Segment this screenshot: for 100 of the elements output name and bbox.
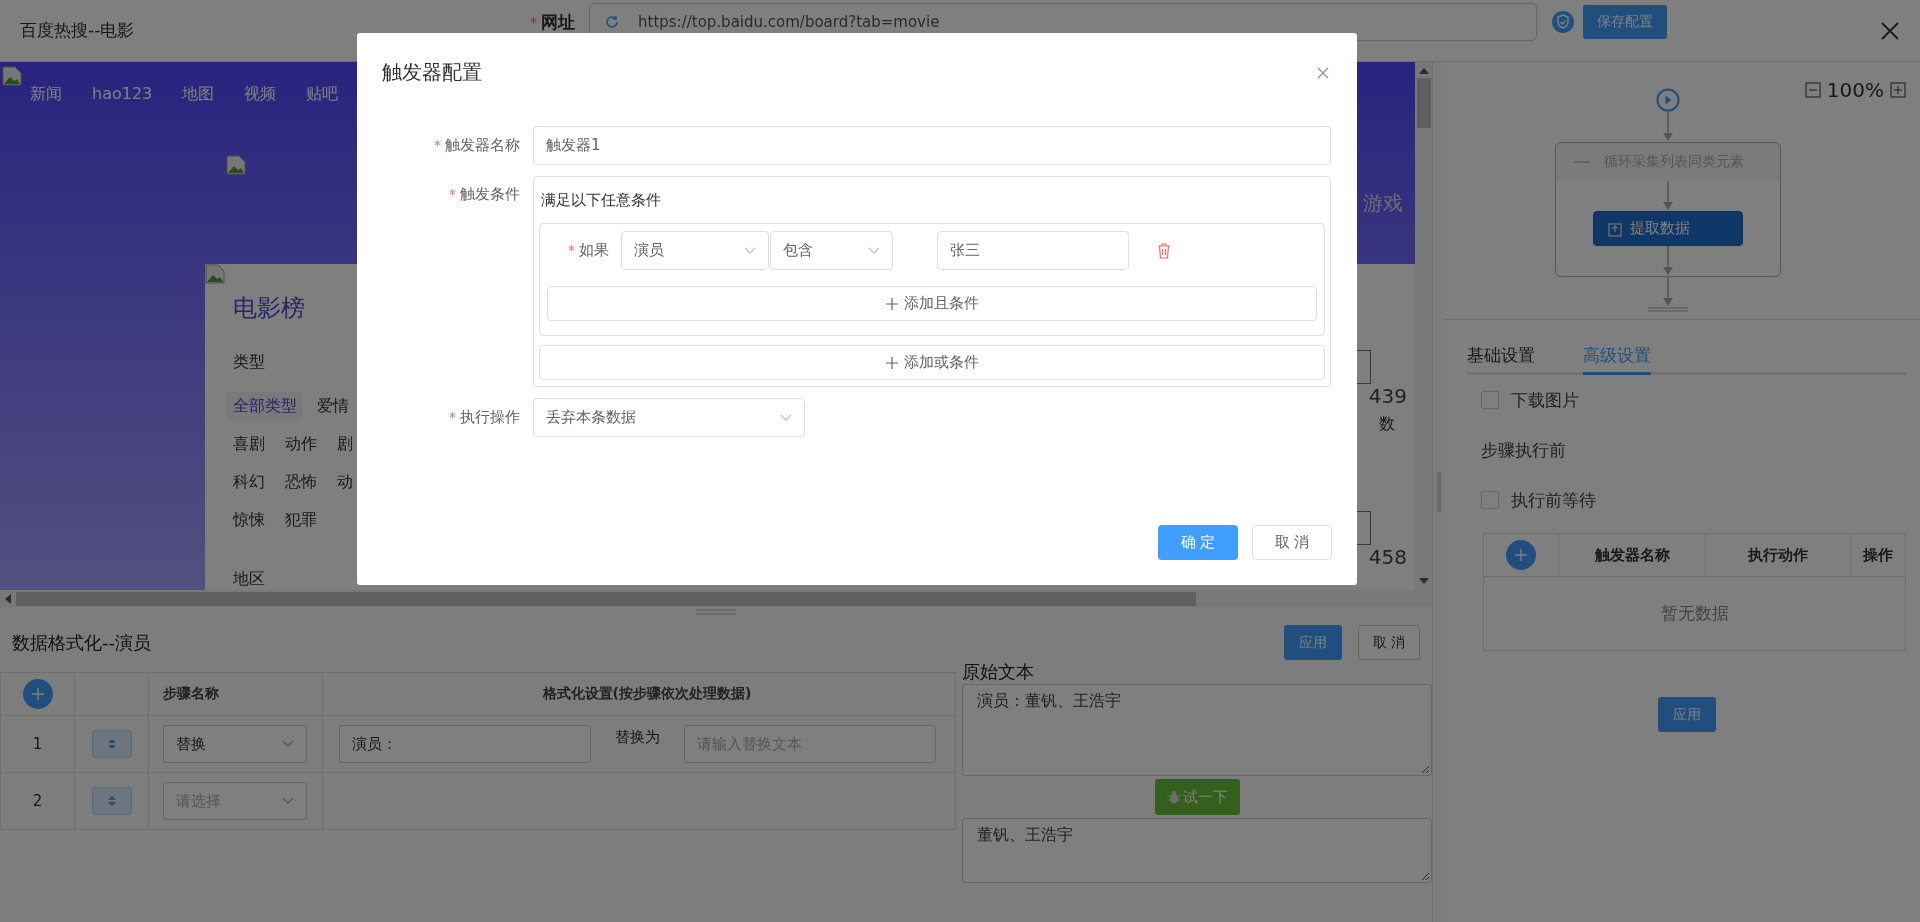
chevron-down-icon [282,740,294,748]
confirm-button[interactable]: 确 定 [1158,525,1238,560]
section-label: 原始文本 [962,660,1035,684]
find-field[interactable]: 演员： [339,725,591,763]
resize-grip-icon[interactable] [1421,872,1429,880]
horizontal-scrollbar[interactable] [0,590,1432,607]
source-text-area[interactable]: 演员：董钒、王浩宇 [962,684,1432,776]
nav-link[interactable]: 贴吧 [306,84,339,105]
field-label: 如果 [579,241,609,259]
step-node[interactable]: 提取数据 [1592,211,1743,246]
nav-link[interactable]: hao123 [92,84,153,105]
genre-filter[interactable]: 喜剧 [227,429,271,459]
reorder-button[interactable] [91,787,132,815]
scroll-up-icon[interactable] [1418,68,1429,74]
match-rule-text: 满足以下任意条件 [540,190,662,211]
apply-button[interactable]: 应用 [1657,697,1716,732]
field-label: 替换为 [615,728,660,747]
reorder-button[interactable] [91,730,132,758]
scrollbar-thumb[interactable] [16,591,1196,606]
add-button[interactable] [1506,540,1536,570]
add-button[interactable] [22,679,53,709]
bug-icon [1166,790,1181,804]
vertical-scrollbar[interactable] [1415,62,1432,590]
action-select[interactable]: 丢弃本条数据 [533,398,805,437]
heat-count: 439 [1368,384,1407,408]
required-mark: * [530,14,537,30]
column-header: 操作 [1863,545,1893,565]
checkbox-label[interactable]: 下载图片 [1511,388,1579,412]
plus-icon [885,356,898,369]
plus-icon [1514,548,1528,562]
genre-filter[interactable]: 动 [331,467,359,497]
row-number: 1 [32,735,43,753]
url-label: 网址 [541,10,575,34]
zoom-level: 100% [1826,78,1884,102]
add-or-condition-button[interactable]: 添加或条件 [539,345,1325,380]
chevron-down-icon [780,413,792,422]
nav-link[interactable]: 视频 [244,84,277,105]
cancel-button[interactable]: 取 消 [1252,525,1332,560]
empty-message: 暂无数据 [1660,602,1729,625]
checkbox-label[interactable]: 执行前等待 [1511,488,1596,512]
scroll-down-icon[interactable] [1418,578,1429,584]
sort-icon [107,738,116,750]
window-title: 百度热搜--电影 [20,19,136,42]
delete-icon[interactable] [1157,242,1171,259]
checkbox[interactable] [1481,391,1499,409]
operator-select[interactable]: 包含 [770,231,893,270]
chevron-down-icon [868,246,880,255]
zoom-out-icon[interactable] [1804,82,1821,98]
genre-filter[interactable]: 爱情 [311,391,355,421]
resize-grip-icon[interactable] [1421,765,1429,773]
filter-label: 类型 [233,352,265,373]
required-mark: * [434,137,441,153]
broken-image-icon [205,264,225,284]
field-label: 执行操作 [460,408,520,426]
nav-link[interactable]: 游戏 [1363,190,1403,217]
required-mark: * [449,409,456,425]
field-select[interactable]: 演员 [621,231,769,270]
play-icon[interactable] [1655,88,1680,112]
column-header: 步骤名称 [163,685,219,703]
option-heading: 步骤执行前 [1481,438,1566,462]
field-label: 触发器名称 [445,136,520,154]
result-text-area[interactable]: 董钒、王浩宇 [962,818,1432,883]
broken-image-icon [2,66,22,86]
required-mark: * [449,186,456,202]
scroll-left-icon[interactable] [5,593,11,604]
sort-icon [107,795,116,807]
shield-icon[interactable] [1551,10,1575,34]
nav-link[interactable]: 地图 [182,84,215,105]
genre-filter[interactable]: 惊悚 [227,505,271,535]
genre-filter[interactable]: 科幻 [227,467,271,497]
scrollbar-thumb[interactable] [1416,78,1431,128]
genre-filter[interactable]: 犯罪 [279,505,323,535]
chevron-down-icon [282,797,294,805]
close-icon[interactable] [1317,66,1329,79]
cancel-button[interactable]: 取 消 [1357,625,1420,660]
refresh-icon[interactable] [604,14,620,30]
nav-link[interactable]: 新闻 [30,84,62,105]
condition-value-field[interactable]: 张三 [937,231,1129,270]
dialog-title: 触发器配置 [382,59,482,86]
settings-tab[interactable]: 高级设置 [1583,344,1651,375]
settings-tab[interactable]: 基础设置 [1467,344,1535,375]
flow-arrow [1661,181,1674,211]
board-title: 电影榜 [233,293,305,324]
genre-filter[interactable]: 动作 [279,429,323,459]
flow-arrow [1661,112,1674,142]
add-and-condition-button[interactable]: 添加且条件 [547,286,1317,321]
filter-label: 地区 [233,569,265,590]
required-mark: * [568,242,575,258]
heat-label: 数 [1379,414,1395,435]
trigger-name-field[interactable]: 触发器1 [533,126,1331,165]
genre-filter[interactable]: 全部类型 [227,391,303,421]
apply-button[interactable]: 应用 [1283,625,1342,660]
genre-filter[interactable]: 恐怖 [279,467,323,497]
checkbox[interactable] [1481,491,1499,509]
method-select[interactable]: 替换 [163,725,307,763]
close-icon[interactable] [1880,20,1900,41]
zoom-in-icon[interactable] [1890,82,1906,98]
genre-filter[interactable]: 剧 [331,429,359,459]
column-header: 格式化设置(按步骤依次处理数据) [542,685,752,703]
save-config-button[interactable]: 保存配置 [1583,5,1667,39]
